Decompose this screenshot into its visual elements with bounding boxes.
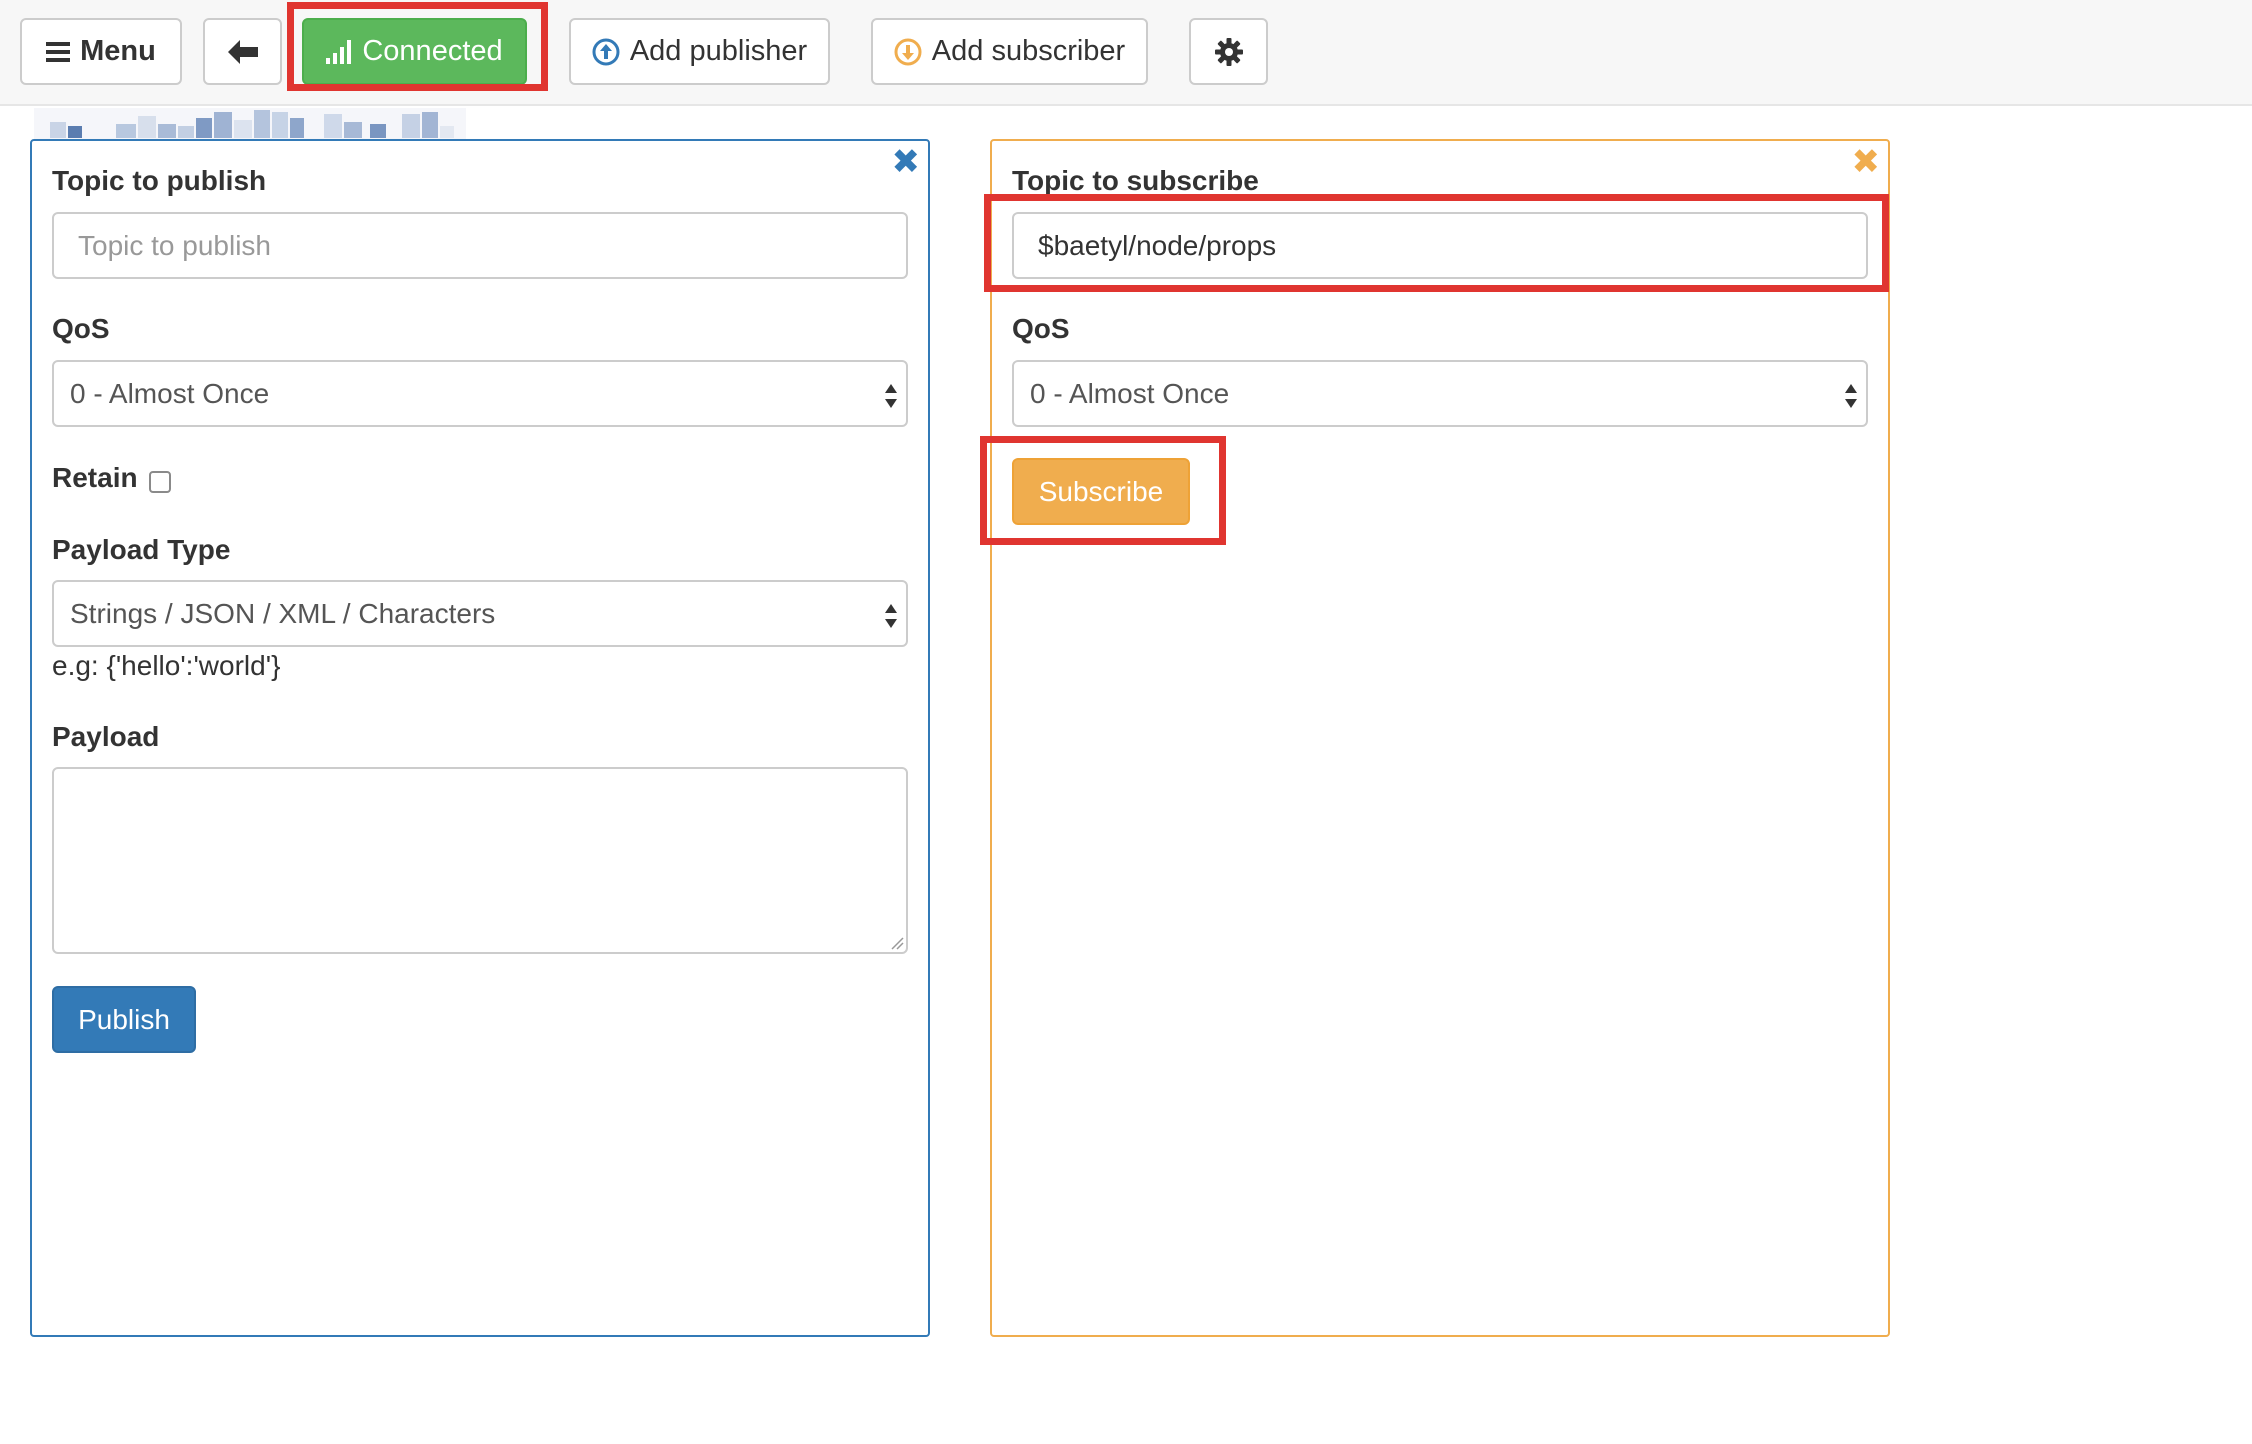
circle-arrow-up-icon [592,38,620,65]
publish-qos-label: QoS [52,313,110,344]
retain-label: Retain [52,462,138,493]
menu-button[interactable]: Menu [20,18,182,85]
subscribe-topic-label: Topic to subscribe [1012,165,1259,196]
payload-hint: e.g: {'hello':'world'} [52,650,281,681]
select-arrows-icon [885,384,897,408]
select-arrows-icon [1845,384,1857,408]
hamburger-icon [46,41,71,62]
connected-button[interactable]: Connected [302,18,527,85]
select-arrows-icon [885,604,897,628]
publish-qos-value: 0 - Almost Once [70,377,270,409]
add-subscriber-button[interactable]: Add subscriber [871,18,1148,85]
publish-topic-input[interactable]: Topic to publish [52,212,908,279]
close-icon[interactable]: ✖ [892,145,921,179]
subscribe-topic-input[interactable]: $baetyl/node/props [1012,212,1868,279]
gear-icon [1214,37,1243,66]
subscriber-panel: ✖ Topic to subscribe $baetyl/node/props … [990,139,1890,1337]
subscribe-qos-select[interactable]: 0 - Almost Once [1012,360,1868,427]
payload-label: Payload [52,721,160,752]
add-subscriber-label: Add subscriber [931,35,1126,67]
publish-qos-select[interactable]: 0 - Almost Once [52,360,908,427]
close-icon[interactable]: ✖ [1852,145,1881,179]
payload-type-label: Payload Type [52,534,231,565]
pixelated-tab-label [34,108,466,140]
publish-topic-label: Topic to publish [52,165,267,196]
payload-type-value: Strings / JSON / XML / Characters [70,597,496,629]
resize-grip-icon[interactable] [890,936,904,950]
add-publisher-label: Add publisher [629,35,808,67]
payload-type-select[interactable]: Strings / JSON / XML / Characters [52,580,908,647]
menu-button-label: Menu [80,35,156,67]
subscribe-qos-value: 0 - Almost Once [1030,377,1230,409]
circle-arrow-down-icon [894,38,922,65]
toolbar: Menu Connected Add publisher Add subscri… [0,0,2252,106]
retain-checkbox[interactable] [149,471,171,493]
subscribe-button[interactable]: Subscribe [1012,458,1190,525]
payload-textarea[interactable] [52,767,908,954]
back-button[interactable] [203,18,282,85]
signal-bars-icon [326,39,352,64]
arrow-left-icon [227,39,258,64]
subscribe-qos-label: QoS [1012,313,1070,344]
connected-button-label: Connected [362,35,503,67]
publish-button[interactable]: Publish [52,986,196,1053]
add-publisher-button[interactable]: Add publisher [569,18,830,85]
publisher-panel: ✖ Topic to publish Topic to publish QoS … [30,139,930,1337]
settings-button[interactable] [1189,18,1268,85]
